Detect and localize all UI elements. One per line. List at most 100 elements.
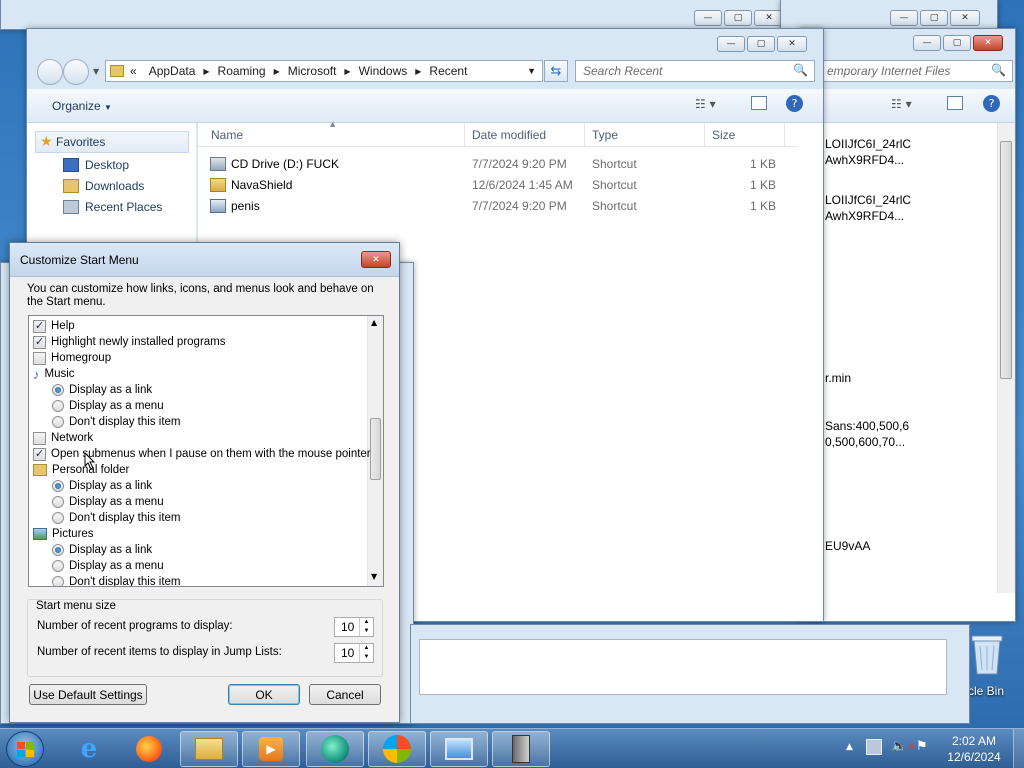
help-icon[interactable]: ? (786, 95, 803, 112)
option-checkbox[interactable]: ✓ Help (33, 318, 75, 334)
breadcrumb-microsoft[interactable]: Microsoft (282, 64, 343, 78)
checkbox-checked[interactable]: ✓ (33, 447, 46, 461)
taskbar-app-button[interactable] (368, 731, 426, 767)
option-radio[interactable]: Display as a menu (52, 398, 164, 414)
maximize-button[interactable]: ▢ (943, 35, 971, 51)
option-checkbox[interactable]: ✓ Highlight newly installed programs (33, 334, 226, 350)
volume-muted-icon[interactable]: 🔈✕ (891, 739, 916, 754)
preview-pane-icon[interactable] (947, 96, 963, 110)
search-icon[interactable]: 🔍 (793, 63, 808, 77)
show-hidden-icons[interactable]: ▲ (846, 742, 853, 752)
breadcrumb-appdata[interactable]: AppData (143, 64, 202, 78)
forward-button[interactable] (63, 59, 89, 85)
radio-unselected[interactable] (52, 560, 64, 572)
taskbar-app-button[interactable] (430, 731, 488, 767)
taskbar-app-button[interactable] (492, 731, 550, 767)
breadcrumb-roaming[interactable]: Roaming (212, 64, 272, 78)
minimize-button[interactable]: — (694, 10, 722, 26)
option-checkbox[interactable]: Network (33, 430, 93, 446)
radio-unselected[interactable] (52, 400, 64, 412)
chevron-right-icon[interactable]: ▶ (342, 67, 352, 76)
column-date-modified[interactable]: Date modified (472, 128, 546, 142)
option-radio[interactable]: Don't display this item (52, 574, 181, 586)
vertical-scrollbar[interactable] (997, 123, 1015, 593)
minimize-button[interactable]: — (913, 35, 941, 51)
option-radio[interactable]: Display as a link (52, 542, 152, 558)
recent-pages-icon[interactable]: ▼ (93, 67, 99, 76)
stepper-arrows-icon[interactable]: ▲ ▼ (359, 618, 373, 636)
nav-item-recent-places[interactable]: Recent Places (63, 197, 162, 217)
chevron-down-icon[interactable]: ▼ (527, 66, 536, 76)
help-icon[interactable]: ? (983, 95, 1000, 112)
checkbox-checked[interactable]: ✓ (33, 319, 46, 333)
close-button[interactable]: ✕ (950, 10, 980, 26)
close-button[interactable]: ✕ (361, 251, 391, 268)
minimize-button[interactable]: — (717, 36, 745, 52)
breadcrumb-recent[interactable]: Recent (423, 64, 473, 78)
address-bar[interactable]: « AppData ▶ Roaming ▶ Microsoft ▶ Windows ▶ … (105, 60, 543, 82)
back-button[interactable] (37, 59, 63, 85)
option-radio[interactable]: Don't display this item (52, 414, 181, 430)
search-input[interactable]: Search Recent 🔍 (575, 60, 815, 82)
minimize-button[interactable]: — (890, 10, 918, 26)
action-center-icon[interactable]: ⚑ (916, 739, 928, 754)
radio-selected[interactable] (52, 544, 64, 556)
scroll-thumb[interactable] (1000, 141, 1012, 379)
radio-unselected[interactable] (52, 576, 64, 586)
nav-favorites[interactable]: ★ Favorites (35, 131, 189, 153)
taskbar-app-button[interactable] (120, 731, 178, 767)
option-radio[interactable]: Display as a menu (52, 494, 164, 510)
taskbar-app-button[interactable] (180, 731, 238, 767)
view-options-icon[interactable]: ☷ ▾ (695, 97, 716, 111)
column-size[interactable]: Size (712, 128, 735, 142)
maximize-button[interactable]: ▢ (724, 10, 752, 26)
option-radio[interactable]: Display as a link (52, 382, 152, 398)
column-type[interactable]: Type (592, 128, 618, 142)
taskbar-app-button[interactable]: ▶ (242, 731, 300, 767)
jump-lists-stepper[interactable]: 10 ▲ ▼ (334, 643, 374, 663)
view-options-icon[interactable]: ☷ ▾ (891, 97, 912, 111)
close-button[interactable]: ✕ (777, 36, 807, 52)
recycle-bin[interactable]: cle Bin (962, 630, 1022, 700)
checkbox-checked[interactable]: ✓ (33, 335, 46, 349)
breadcrumb-overflow[interactable]: « (124, 64, 143, 78)
cancel-button[interactable]: Cancel (309, 684, 381, 705)
radio-selected[interactable] (52, 384, 64, 396)
clock[interactable]: 2:02 AM 12/6/2024 (938, 733, 1010, 765)
table-row[interactable]: NavaShield 12/6/2024 1:45 AM Shortcut 1 … (210, 174, 790, 195)
preview-pane-icon[interactable] (751, 96, 767, 110)
column-name[interactable]: Name (211, 128, 243, 142)
checkbox-unchecked[interactable] (33, 431, 46, 445)
taskbar-app-button[interactable] (306, 731, 364, 767)
stepper-arrows-icon[interactable]: ▲ ▼ (359, 644, 373, 662)
option-radio[interactable]: Display as a menu (52, 558, 164, 574)
option-checkbox[interactable]: Homegroup (33, 350, 111, 366)
nav-item-downloads[interactable]: Downloads (63, 176, 144, 196)
table-row[interactable]: penis 7/7/2024 9:20 PM Shortcut 1 KB (210, 195, 790, 216)
network-icon[interactable] (866, 739, 882, 755)
search-icon[interactable]: 🔍 (991, 63, 1006, 77)
chevron-right-icon[interactable]: ▶ (413, 67, 423, 76)
scroll-thumb[interactable] (370, 418, 381, 480)
search-input[interactable]: emporary Internet Files 🔍 (819, 60, 1013, 82)
use-default-settings-button[interactable]: Use Default Settings (29, 684, 147, 705)
scroll-down-icon[interactable]: ▼ (371, 572, 377, 581)
ok-button[interactable]: OK (228, 684, 300, 705)
radio-unselected[interactable] (52, 496, 64, 508)
organize-menu[interactable]: Organize ▼ (52, 99, 112, 113)
nav-item-desktop[interactable]: Desktop (63, 155, 129, 175)
show-desktop-button[interactable] (1013, 729, 1024, 768)
table-row[interactable]: CD Drive (D:) FUCK 7/7/2024 9:20 PM Shor… (210, 153, 790, 174)
close-button[interactable]: ✕ (973, 35, 1003, 51)
option-radio[interactable]: Don't display this item (52, 510, 181, 526)
option-radio[interactable]: Display as a link (52, 478, 152, 494)
chevron-right-icon[interactable]: ▶ (272, 67, 282, 76)
options-list[interactable]: ▲ ▼ ✓ Help ✓ Highlight newly installed prog… (28, 315, 384, 587)
dialog-title-bar[interactable]: Customize Start Menu ✕ (10, 243, 399, 277)
taskbar-app-button[interactable]: e (60, 731, 118, 767)
start-button[interactable] (6, 731, 44, 767)
radio-selected[interactable] (52, 480, 64, 492)
breadcrumb-windows[interactable]: Windows (353, 64, 414, 78)
radio-unselected[interactable] (52, 512, 64, 524)
scroll-up-icon[interactable]: ▲ (371, 318, 377, 327)
